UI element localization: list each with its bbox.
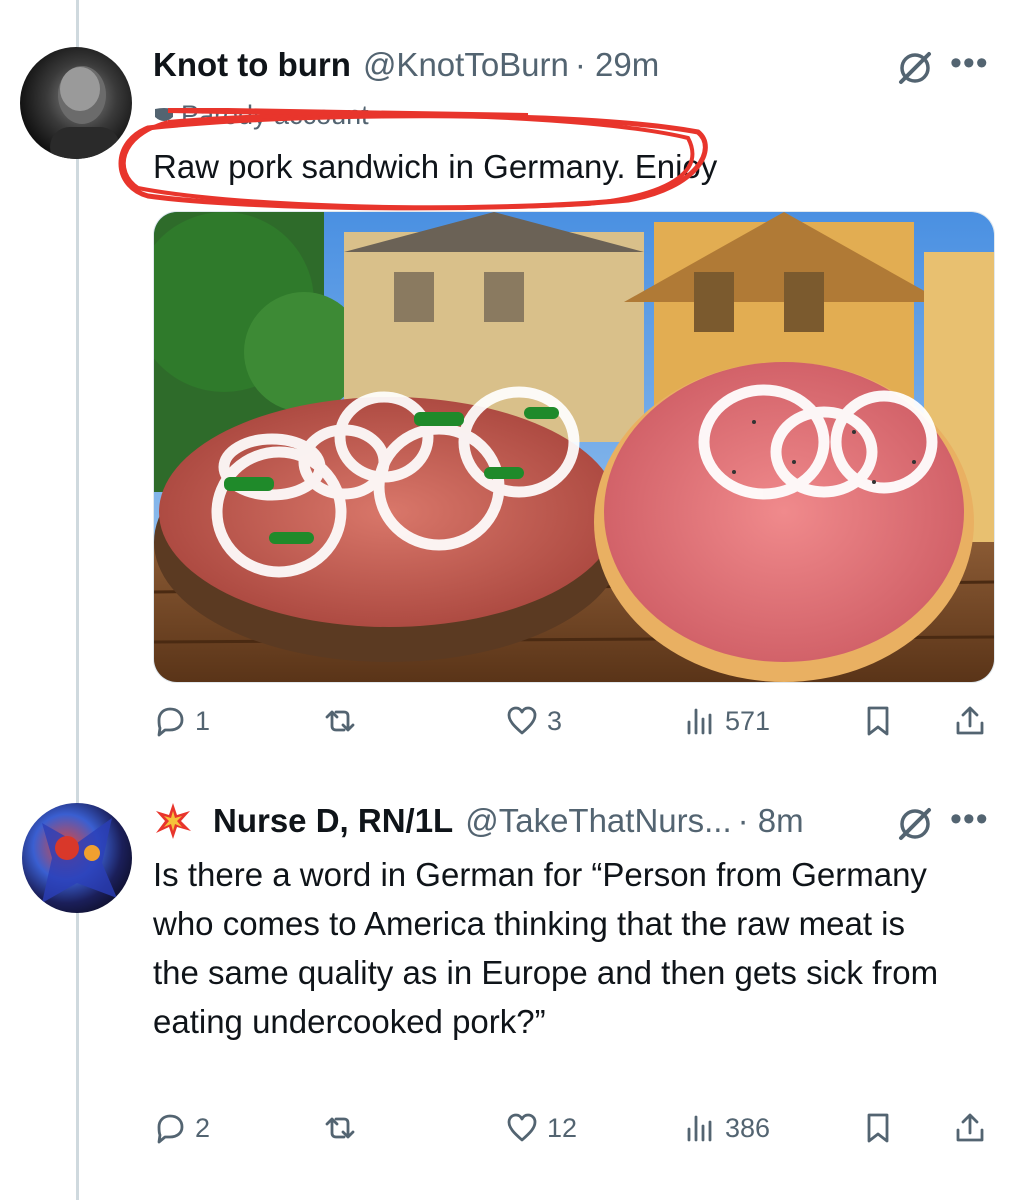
parody-label-text: Parody account <box>181 100 369 130</box>
heart-icon <box>507 706 537 735</box>
like-button[interactable]: 3 <box>505 704 562 738</box>
analytics-icon <box>687 708 712 735</box>
avatar[interactable] <box>22 803 132 913</box>
like-count: 12 <box>547 1112 578 1143</box>
share-icon <box>956 706 984 735</box>
reply-count: 1 <box>195 705 211 736</box>
tweet-media-image[interactable] <box>153 211 995 683</box>
tweet-text: Raw pork sandwich in Germany. Enjoy <box>153 148 718 185</box>
like-count: 3 <box>547 705 563 736</box>
repost-icon <box>325 710 355 732</box>
reply-icon <box>157 1114 184 1144</box>
display-name[interactable]: Nurse D, RN/1L <box>213 802 453 840</box>
views-button[interactable]: 571 <box>683 704 770 738</box>
heart-icon <box>507 1113 537 1142</box>
reply-button[interactable]: 2 <box>153 1111 210 1145</box>
view-count: 571 <box>725 705 771 736</box>
more-options-icon[interactable]: ••• <box>950 800 989 839</box>
reply-count: 2 <box>195 1112 211 1143</box>
like-button[interactable]: 12 <box>505 1111 577 1145</box>
bookmark-icon <box>867 1113 889 1143</box>
collision-emoji-icon <box>156 803 191 839</box>
share-button[interactable] <box>953 1111 987 1145</box>
bookmark-button[interactable] <box>861 1111 895 1145</box>
bookmark-button[interactable] <box>861 704 895 738</box>
grok-icon[interactable] <box>895 48 935 88</box>
tweet-action-bar: 2 12 386 <box>153 1105 993 1155</box>
share-icon <box>956 1113 984 1142</box>
repost-button[interactable] <box>323 704 365 738</box>
bookmark-icon <box>867 706 889 736</box>
grok-icon[interactable] <box>895 804 935 844</box>
view-count: 386 <box>725 1112 771 1143</box>
repost-button[interactable] <box>323 1111 365 1145</box>
analytics-icon <box>687 1115 712 1142</box>
reply-icon <box>157 707 184 737</box>
display-name[interactable]: Knot to burn <box>153 46 351 84</box>
tweet-header: Knot to burn @KnotToBurn · 29m <box>153 45 659 85</box>
thread-line <box>76 0 79 1200</box>
repost-icon <box>325 1117 355 1139</box>
timestamp[interactable]: · 29m <box>575 46 659 84</box>
share-button[interactable] <box>953 704 987 738</box>
parody-label: Parody account <box>153 100 369 131</box>
timestamp[interactable]: · 8m <box>738 802 804 840</box>
tweet-text: Is there a word in German for “Person fr… <box>153 856 939 1040</box>
mask-icon <box>155 107 173 121</box>
views-button[interactable]: 386 <box>683 1111 770 1145</box>
user-handle[interactable]: @TakeThatNurs... <box>465 802 731 840</box>
reply-button[interactable]: 1 <box>153 704 210 738</box>
more-options-icon[interactable]: ••• <box>950 44 989 83</box>
avatar[interactable] <box>20 47 132 159</box>
tweet-action-bar: 1 3 571 <box>153 698 993 748</box>
user-handle[interactable]: @KnotToBurn <box>363 46 569 84</box>
tweet-header: Nurse D, RN/1L @TakeThatNurs... · 8m <box>153 801 804 841</box>
